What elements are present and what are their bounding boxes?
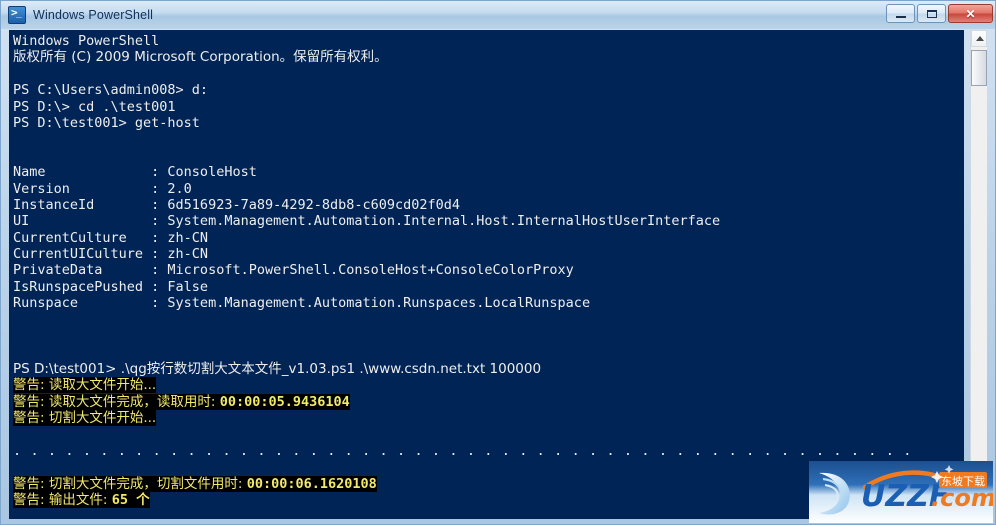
- console-line: PS D:\test001> get-host: [13, 114, 200, 131]
- minimize-icon: [896, 16, 906, 18]
- window-title: Windows PowerShell: [33, 8, 154, 22]
- warning-text: 警告: 读取大文件开始...: [13, 377, 157, 394]
- console-warning-line: 警告: 切割大文件完成，切割文件用时: 00:00:06.1620108: [13, 475, 964, 492]
- scroll-down-button[interactable]: [971, 502, 987, 519]
- chevron-up-icon: [976, 36, 984, 41]
- chevron-down-icon: [976, 508, 984, 513]
- console-line: Windows PowerShell: [13, 33, 160, 49]
- close-icon: ✕: [965, 6, 976, 21]
- console-line: CurrentUICulture : zh-CN: [13, 246, 209, 263]
- console-line: IsRunspacePushed : False: [13, 278, 209, 295]
- progress-dots-line: . . . . . . . . . . . . . . . . . . . . …: [13, 442, 912, 459]
- console-line: CurrentCulture : zh-CN: [13, 229, 209, 246]
- warning-value: 00:00:05.9436104: [219, 393, 350, 410]
- console-line: Runspace : System.Management.Automation.…: [13, 295, 591, 312]
- maximize-icon: [927, 10, 937, 18]
- maximize-button[interactable]: [917, 4, 946, 23]
- scroll-up-button[interactable]: [971, 30, 987, 47]
- console-line: PS C:\Users\admin008> d:: [13, 82, 209, 99]
- warning-value: 00:00:06.1620108: [246, 475, 377, 492]
- console-warning-line: 警告: 读取大文件完成，读取用时: 00:00:05.9436104: [13, 393, 964, 410]
- minimize-button[interactable]: [886, 4, 915, 23]
- console-line: PS D:\test001> .\qg按行数切割大文本文件_v1.03.ps1 …: [13, 360, 542, 377]
- console-line: Name : ConsoleHost: [13, 164, 257, 181]
- console-line: UI : System.Management.Automation.Intern…: [13, 213, 721, 230]
- powershell-icon: [8, 6, 26, 24]
- warning-text: 警告: 读取大文件完成，读取用时:: [13, 393, 220, 410]
- warning-text: 警告: 切割大文件完成，切割文件用时:: [13, 475, 247, 492]
- console-warning-line: 警告: 输出文件: 65 个: [13, 491, 964, 508]
- console-scrollbar[interactable]: [970, 30, 987, 519]
- console-line: InstanceId : 6d516923-7a89-4292-8db8-c60…: [13, 196, 461, 213]
- console-warning-line: 警告: 切割大文件开始...: [13, 409, 964, 426]
- warning-text: 警告: 切割大文件开始...: [13, 409, 157, 426]
- warning-value: 65 个: [111, 491, 150, 508]
- scrollbar-thumb[interactable]: [971, 50, 987, 86]
- warning-text: 警告: 输出文件:: [13, 491, 112, 508]
- powershell-window: Windows PowerShell ✕ Windows PowerShell版…: [0, 0, 996, 525]
- console-output[interactable]: Windows PowerShell 版权所有 (C) 2009 Microsof…: [9, 30, 964, 519]
- close-button[interactable]: ✕: [948, 4, 993, 23]
- console-line: PS D:\> cd .\test001: [13, 98, 176, 115]
- console-line: 版权所有 (C) 2009 Microsoft Corporation。保留所有…: [13, 49, 388, 66]
- console-line: Version : 2.0: [13, 180, 192, 197]
- window-controls: ✕: [886, 4, 993, 23]
- console-line: PrivateData : Microsoft.PowerShell.Conso…: [13, 262, 574, 279]
- title-bar[interactable]: Windows PowerShell ✕: [1, 1, 995, 29]
- console-warning-line: 警告: 读取大文件开始...: [13, 377, 964, 394]
